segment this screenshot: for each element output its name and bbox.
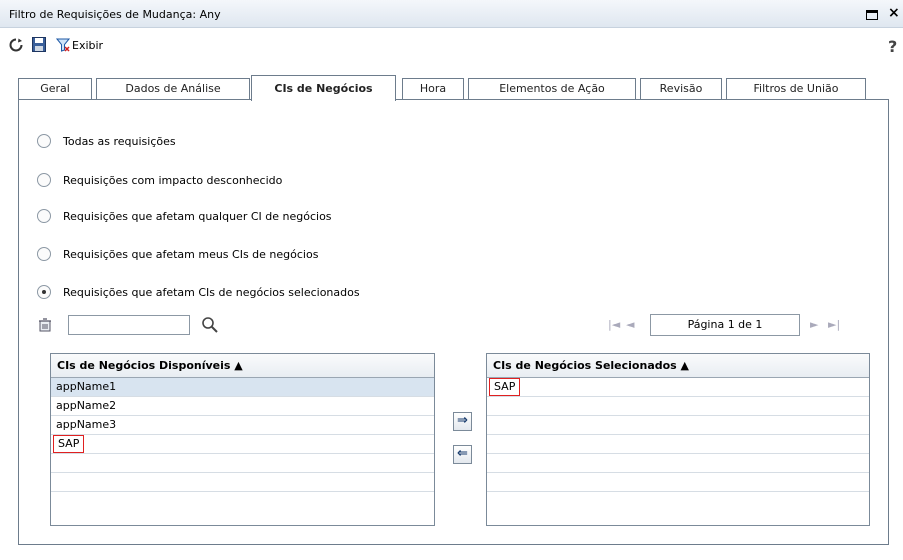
tab-geral[interactable]: Geral xyxy=(18,78,92,100)
remove-button[interactable]: ⇐ xyxy=(453,445,472,464)
window-titlebar: Filtro de Requisições de Mudança: Any × xyxy=(0,0,903,28)
search-icon[interactable] xyxy=(201,316,219,334)
list-item-empty xyxy=(487,397,869,416)
page-indicator: Página 1 de 1 xyxy=(650,314,800,336)
save-icon[interactable] xyxy=(32,37,46,52)
pager-prev-icon[interactable]: ◄ xyxy=(626,318,634,331)
window-title: Filtro de Requisições de Mudança: Any xyxy=(9,8,221,21)
close-icon[interactable]: × xyxy=(888,5,900,21)
pager-first-icon[interactable]: |◄ xyxy=(608,318,620,331)
list-item[interactable]: appName3 xyxy=(51,416,434,435)
radio-button[interactable] xyxy=(37,209,51,223)
filter-icon[interactable] xyxy=(56,38,70,52)
tab-dados-de-analise[interactable]: Dados de Análise xyxy=(96,78,250,100)
list-item-empty xyxy=(487,473,869,492)
list-item-empty xyxy=(51,473,434,492)
tab-filtros-de-uniao[interactable]: Filtros de União xyxy=(726,78,866,100)
help-icon[interactable]: ? xyxy=(888,37,897,56)
option-label: Requisições que afetam CIs de negócios s… xyxy=(63,286,360,299)
pager-last-icon[interactable]: ►| xyxy=(828,318,840,331)
list-item[interactable]: appName2 xyxy=(51,397,434,416)
option-label: Requisições com impacto desconhecido xyxy=(63,174,283,187)
list-item[interactable]: SAP xyxy=(51,435,434,454)
tab-strip: Geral Dados de Análise CIs de Negócios H… xyxy=(18,75,878,101)
exibir-button[interactable]: Exibir xyxy=(72,39,103,52)
available-cis-header[interactable]: CIs de Negócios Disponíveis ▲ xyxy=(51,354,434,378)
maximize-icon[interactable] xyxy=(866,10,878,20)
clear-filter-icon[interactable] xyxy=(38,318,52,332)
radio-button-checked[interactable] xyxy=(37,285,51,299)
tab-panel-cis-de-negocios: Todas as requisições Requisições com imp… xyxy=(18,99,889,545)
option-label: Requisições que afetam meus CIs de negóc… xyxy=(63,248,319,261)
list-item[interactable]: appName1 xyxy=(51,378,434,397)
highlighted-item: SAP xyxy=(53,435,85,453)
tab-hora[interactable]: Hora xyxy=(402,78,464,100)
add-button[interactable]: ⇒ xyxy=(453,412,472,431)
search-input[interactable] xyxy=(68,315,190,335)
highlighted-item: SAP xyxy=(489,378,521,396)
tab-elementos-de-acao[interactable]: Elementos de Ação xyxy=(468,78,636,100)
radio-button[interactable] xyxy=(37,173,51,187)
available-cis-list: CIs de Negócios Disponíveis ▲ appName1 a… xyxy=(50,353,435,526)
selected-cis-list: CIs de Negócios Selecionados ▲ SAP xyxy=(486,353,870,526)
list-item-empty xyxy=(51,454,434,473)
toolbar: Exibir ? xyxy=(0,29,903,63)
radio-button[interactable] xyxy=(37,134,51,148)
list-item-empty xyxy=(487,454,869,473)
grid-toolbar: |◄ ◄ Página 1 de 1 ► ►| xyxy=(31,312,871,340)
list-item-empty xyxy=(487,435,869,454)
tab-revisao[interactable]: Revisão xyxy=(640,78,722,100)
refresh-icon[interactable] xyxy=(9,38,23,52)
list-item[interactable]: SAP xyxy=(487,378,869,397)
pager-next-icon[interactable]: ► xyxy=(810,318,818,331)
list-item-empty xyxy=(487,416,869,435)
tab-cis-de-negocios[interactable]: CIs de Negócios xyxy=(251,75,396,101)
option-label: Requisições que afetam qualquer CI de ne… xyxy=(63,210,332,223)
option-label: Todas as requisições xyxy=(63,135,176,148)
selected-cis-header[interactable]: CIs de Negócios Selecionados ▲ xyxy=(487,354,869,378)
radio-button[interactable] xyxy=(37,247,51,261)
